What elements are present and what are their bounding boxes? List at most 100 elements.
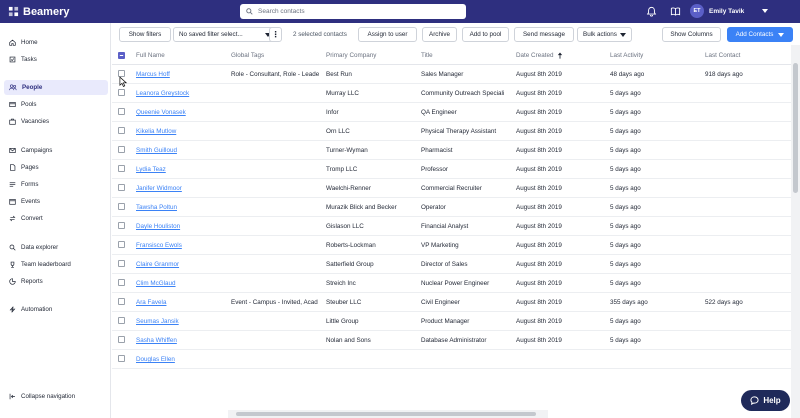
sidebar-item-events[interactable]: Events [4,194,108,209]
bulk-actions-dropdown[interactable]: Bulk actions [577,27,632,42]
scroll-thumb[interactable] [793,63,798,193]
cell-full-name[interactable]: Dayle Houliston [136,223,228,230]
table-row[interactable]: Clim McGlaud Streich Inc Nuclear Power Eng… [112,274,791,293]
row-checkbox[interactable] [118,298,125,305]
row-checkbox[interactable] [118,89,125,96]
sidebar-item-reports[interactable]: Reports [4,274,108,289]
toolbar: Show filters No saved filter select... ⋮… [112,23,800,45]
cell-full-name[interactable]: Clim McGlaud [136,280,228,287]
vertical-scrollbar[interactable] [791,45,800,418]
user-menu[interactable]: ET Emily Tavik [690,4,769,18]
row-checkbox[interactable] [118,241,125,248]
cell-full-name[interactable]: Marcus Hoff [136,71,228,78]
row-checkbox[interactable] [118,317,125,324]
cell-full-name[interactable]: Smith Guilloud [136,147,228,154]
archive-button[interactable]: Archive [422,27,457,42]
cell-full-name[interactable]: Tawsha Poltun [136,204,228,211]
brand-logo[interactable]: Beamery [8,6,69,18]
row-checkbox[interactable] [118,108,125,115]
cell-full-name[interactable]: Douglas Ellen [136,356,228,363]
cell-full-name[interactable]: Queenie Vonasek [136,109,228,116]
cell-full-name[interactable]: Seumas Jansik [136,318,228,325]
row-checkbox[interactable] [118,146,125,153]
sidebar-item-vacancies[interactable]: Vacancies [4,114,108,129]
column-header-primary-company[interactable]: Primary Company [326,52,376,59]
column-header-global-tags[interactable]: Global Tags [231,52,264,59]
column-header-last-activity[interactable]: Last Activity [610,52,643,59]
horizontal-scrollbar[interactable] [228,410,548,418]
more-icon: ⋮ [271,30,280,39]
add-contacts-button[interactable]: Add Contacts [727,27,793,42]
help-button[interactable]: Help [741,390,790,411]
sidebar-item-pools[interactable]: Pools [4,97,108,112]
table-row[interactable]: Kikelia Mutlow Orn LLC Physical Therapy As… [112,122,791,141]
sidebar-item-data-explorer[interactable]: Data explorer [4,240,108,255]
row-checkbox[interactable] [118,165,125,172]
cell-full-name[interactable]: Sasha Whiffen [136,337,228,344]
cell-title: Sales Manager [421,71,464,78]
row-checkbox[interactable] [118,222,125,229]
saved-filter-select[interactable]: No saved filter select... [173,27,277,42]
more-options-button[interactable]: ⋮ [269,27,282,42]
sidebar-item-pages[interactable]: Pages [4,160,108,175]
add-to-pool-button[interactable]: Add to pool [462,27,509,42]
sidebar-item-convert[interactable]: Convert [4,211,108,226]
select-all-checkbox[interactable] [118,52,125,59]
column-header-date-created[interactable]: Date Created [516,52,563,59]
cell-full-name[interactable]: Kikelia Mutlow [136,128,228,135]
sidebar-item-tasks[interactable]: Tasks [4,52,108,67]
scroll-thumb[interactable] [236,412,536,416]
sidebar-item-automation[interactable]: Automation [4,302,108,317]
cell-primary-company: Murazik Blick and Becker [326,204,397,211]
cell-title: Community Outreach Speciali [421,90,505,97]
cell-date-created: August 8th 2019 [516,223,562,230]
cell-full-name[interactable]: Janifer Widmoor [136,185,228,192]
table-row[interactable]: Douglas Ellen [112,350,791,369]
cell-date-created: August 8th 2019 [516,185,562,192]
show-columns-button[interactable]: Show Columns [662,27,721,42]
notifications-bell-icon[interactable] [645,5,657,17]
row-checkbox[interactable] [118,203,125,210]
row-checkbox[interactable] [118,279,125,286]
cell-full-name[interactable]: Claire Granmor [136,261,228,268]
button-label: Show filters [128,31,162,38]
send-message-button[interactable]: Send message [514,27,574,42]
sidebar-item-campaigns[interactable]: Campaigns [4,143,108,158]
cell-last-contact: 918 days ago [705,71,743,78]
help-book-icon[interactable] [669,5,681,17]
table-row[interactable]: Lydia Teaz Tromp LLC Professor August 8th 2… [112,160,791,179]
cell-full-name[interactable]: Fransisco Ewols [136,242,228,249]
table-row[interactable]: Leanora Greystock Murray LLC Community Out… [112,84,791,103]
table-row[interactable]: Dayle Houliston Gislason LLC Financial Ana… [112,217,791,236]
row-checkbox[interactable] [118,127,125,134]
table-row[interactable]: Smith Guilloud Turner-Wyman Pharmacist Augu… [112,141,791,160]
column-header-last-contact[interactable]: Last Contact [705,52,740,59]
sidebar-item-team-leaderboard[interactable]: Team leaderboard [4,257,108,272]
collapse-navigation-button[interactable]: Collapse navigation [9,393,75,400]
row-checkbox[interactable] [118,260,125,267]
cell-full-name[interactable]: Lydia Teaz [136,166,228,173]
table-row[interactable]: Tawsha Poltun Murazik Blick and Becker Ope… [112,198,791,217]
row-checkbox[interactable] [118,336,125,343]
sidebar-item-forms[interactable]: Forms [4,177,108,192]
column-header-title[interactable]: Title [421,52,433,59]
search-input[interactable]: Search contacts [240,4,466,19]
table-row[interactable]: Claire Granmor Satterfield Group Director … [112,255,791,274]
table-row[interactable]: Marcus Hoff Role - Consultant, Role - Lea… [112,65,791,84]
column-header-full-name[interactable]: Full Name [136,52,165,59]
table-row[interactable]: Fransisco Ewols Roberts-Lockman VP Marketi… [112,236,791,255]
table-row[interactable]: Sasha Whiffen Nolan and Sons Database Admi… [112,331,791,350]
cell-date-created: August 8th 2019 [516,204,562,211]
sidebar-item-home[interactable]: Home [4,35,108,50]
show-filters-button[interactable]: Show filters [119,27,171,42]
cell-full-name[interactable]: Leanora Greystock [136,90,228,97]
table-row[interactable]: Queenie Vonasek Infor QA Engineer August 8t… [112,103,791,122]
cell-full-name[interactable]: Ara Favela [136,299,228,306]
sidebar-item-people[interactable]: People [4,80,108,95]
row-checkbox[interactable] [118,355,125,362]
row-checkbox[interactable] [118,184,125,191]
table-row[interactable]: Janifer Widmoor Waelchi-Renner Commercial … [112,179,791,198]
assign-to-user-button[interactable]: Assign to user [358,27,417,42]
table-row[interactable]: Seumas Jansik Little Group Product Manager… [112,312,791,331]
table-row[interactable]: Ara Favela Event - Campus - Invited, Acad… [112,293,791,312]
